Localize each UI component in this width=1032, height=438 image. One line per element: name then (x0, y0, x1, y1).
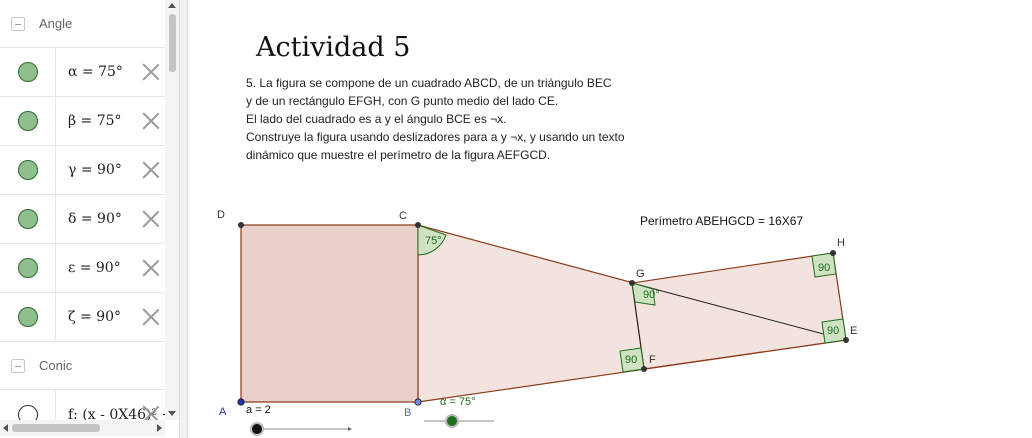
delete-icon[interactable] (141, 307, 161, 327)
visibility-dot-icon[interactable] (17, 307, 38, 327)
scroll-left-icon[interactable] (3, 424, 8, 432)
square-abcd[interactable] (240, 224, 419, 403)
algebra-definition[interactable]: δ = 90° (68, 195, 122, 243)
visibility-toggle[interactable] (0, 48, 56, 96)
visibility-dot-icon[interactable] (17, 258, 38, 278)
visibility-toggle[interactable] (0, 146, 56, 194)
algebra-list: Angle α = 75° β = 75° γ = 90° δ = 90° ε … (0, 0, 165, 420)
horizontal-scrollbar[interactable] (0, 420, 165, 436)
algebra-row-alpha[interactable]: α = 75° (0, 48, 165, 97)
point-f[interactable] (641, 366, 647, 372)
visibility-toggle[interactable] (0, 244, 56, 292)
slider-alpha-handle[interactable] (445, 414, 459, 428)
view-divider[interactable] (179, 0, 188, 438)
graphics-view[interactable]: Actividad 5 5. La figura se compone de u… (188, 0, 1032, 438)
point-label-h: H (837, 237, 845, 249)
algebra-definition[interactable]: ε = 90° (68, 244, 121, 292)
group-header-conic[interactable]: Conic (0, 342, 165, 390)
point-d[interactable] (238, 222, 244, 228)
collapse-icon[interactable] (11, 16, 25, 31)
point-label-g: G (636, 268, 645, 280)
algebra-row-zeta[interactable]: ζ = 90° (0, 293, 165, 342)
algebra-row-epsilon[interactable]: ε = 90° (0, 244, 165, 293)
point-e[interactable] (843, 337, 849, 343)
visibility-toggle[interactable] (0, 195, 56, 243)
point-g[interactable] (629, 280, 635, 286)
algebra-view: Angle α = 75° β = 75° γ = 90° δ = 90° ε … (0, 0, 179, 438)
visibility-toggle[interactable] (0, 390, 56, 420)
visibility-dot-icon[interactable] (17, 62, 38, 82)
geogebra-app: Angle α = 75° β = 75° γ = 90° δ = 90° ε … (0, 0, 1032, 438)
visibility-toggle[interactable] (0, 293, 56, 341)
delete-icon[interactable] (141, 62, 161, 82)
algebra-row-conic-f[interactable]: f: (x - 0X46)² + (0, 390, 165, 420)
delete-icon[interactable] (141, 404, 161, 420)
algebra-definition[interactable]: γ = 90° (68, 146, 122, 194)
collapse-icon[interactable] (11, 358, 25, 373)
angle-label-g: 90° (643, 289, 660, 301)
slider-a-end-arrow (348, 427, 352, 431)
delete-icon[interactable] (141, 209, 161, 229)
angle-label-f: 90 (625, 354, 637, 366)
visibility-dot-icon[interactable] (17, 160, 38, 180)
delete-icon[interactable] (141, 258, 161, 278)
scroll-right-icon[interactable] (157, 424, 162, 432)
slider-a-handle[interactable] (250, 422, 264, 436)
group-label: Angle (39, 16, 73, 31)
point-label-b: B (404, 407, 411, 419)
delete-icon[interactable] (141, 160, 161, 180)
slider-a-label: a = 2 (246, 404, 271, 416)
point-label-c: C (399, 210, 407, 222)
scroll-down-icon[interactable] (168, 411, 176, 416)
scrollbar-thumb[interactable] (12, 424, 100, 432)
angle-label-h: 90 (818, 262, 830, 274)
algebra-definition[interactable]: α = 75° (68, 48, 123, 96)
algebra-row-delta[interactable]: δ = 90° (0, 195, 165, 244)
visibility-toggle[interactable] (0, 97, 56, 145)
angle-label-c: 75° (425, 235, 442, 247)
vertical-scrollbar[interactable] (165, 0, 179, 420)
scroll-up-icon[interactable] (168, 3, 176, 8)
visibility-dot-icon[interactable] (17, 404, 38, 420)
algebra-row-beta[interactable]: β = 75° (0, 97, 165, 146)
point-label-e: E (850, 325, 857, 337)
visibility-dot-icon[interactable] (17, 209, 38, 229)
slider-alpha-label: α = 75° (440, 396, 476, 408)
algebra-definition[interactable]: ζ = 90° (68, 293, 121, 341)
geometry-figure[interactable]: 75° 90° 90 90 90 A B C D E F G H a = 2 α… (188, 0, 1032, 438)
visibility-dot-icon[interactable] (17, 111, 38, 131)
algebra-row-gamma[interactable]: γ = 90° (0, 146, 165, 195)
point-label-a: A (219, 406, 227, 418)
point-label-f: F (649, 354, 656, 366)
point-c[interactable] (415, 222, 421, 228)
algebra-definition[interactable]: β = 75° (68, 97, 122, 145)
delete-icon[interactable] (141, 111, 161, 131)
scrollbar-thumb[interactable] (169, 14, 176, 72)
angle-label-e: 90 (827, 325, 839, 337)
point-h[interactable] (830, 250, 836, 256)
group-label: Conic (39, 358, 73, 373)
point-label-d: D (217, 209, 225, 221)
point-b[interactable] (414, 398, 422, 406)
point-a[interactable] (237, 398, 245, 406)
group-header-angle[interactable]: Angle (0, 0, 165, 48)
